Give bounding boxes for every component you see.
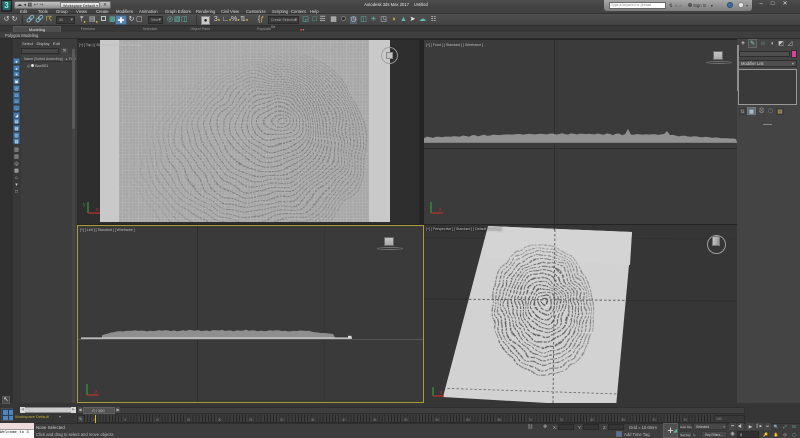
svg-text:x: x [95, 389, 98, 395]
svg-text:x: x [440, 390, 443, 396]
svg-text:x: x [439, 207, 442, 213]
svg-text:x: x [96, 207, 99, 213]
svg-text:y: y [83, 202, 86, 208]
